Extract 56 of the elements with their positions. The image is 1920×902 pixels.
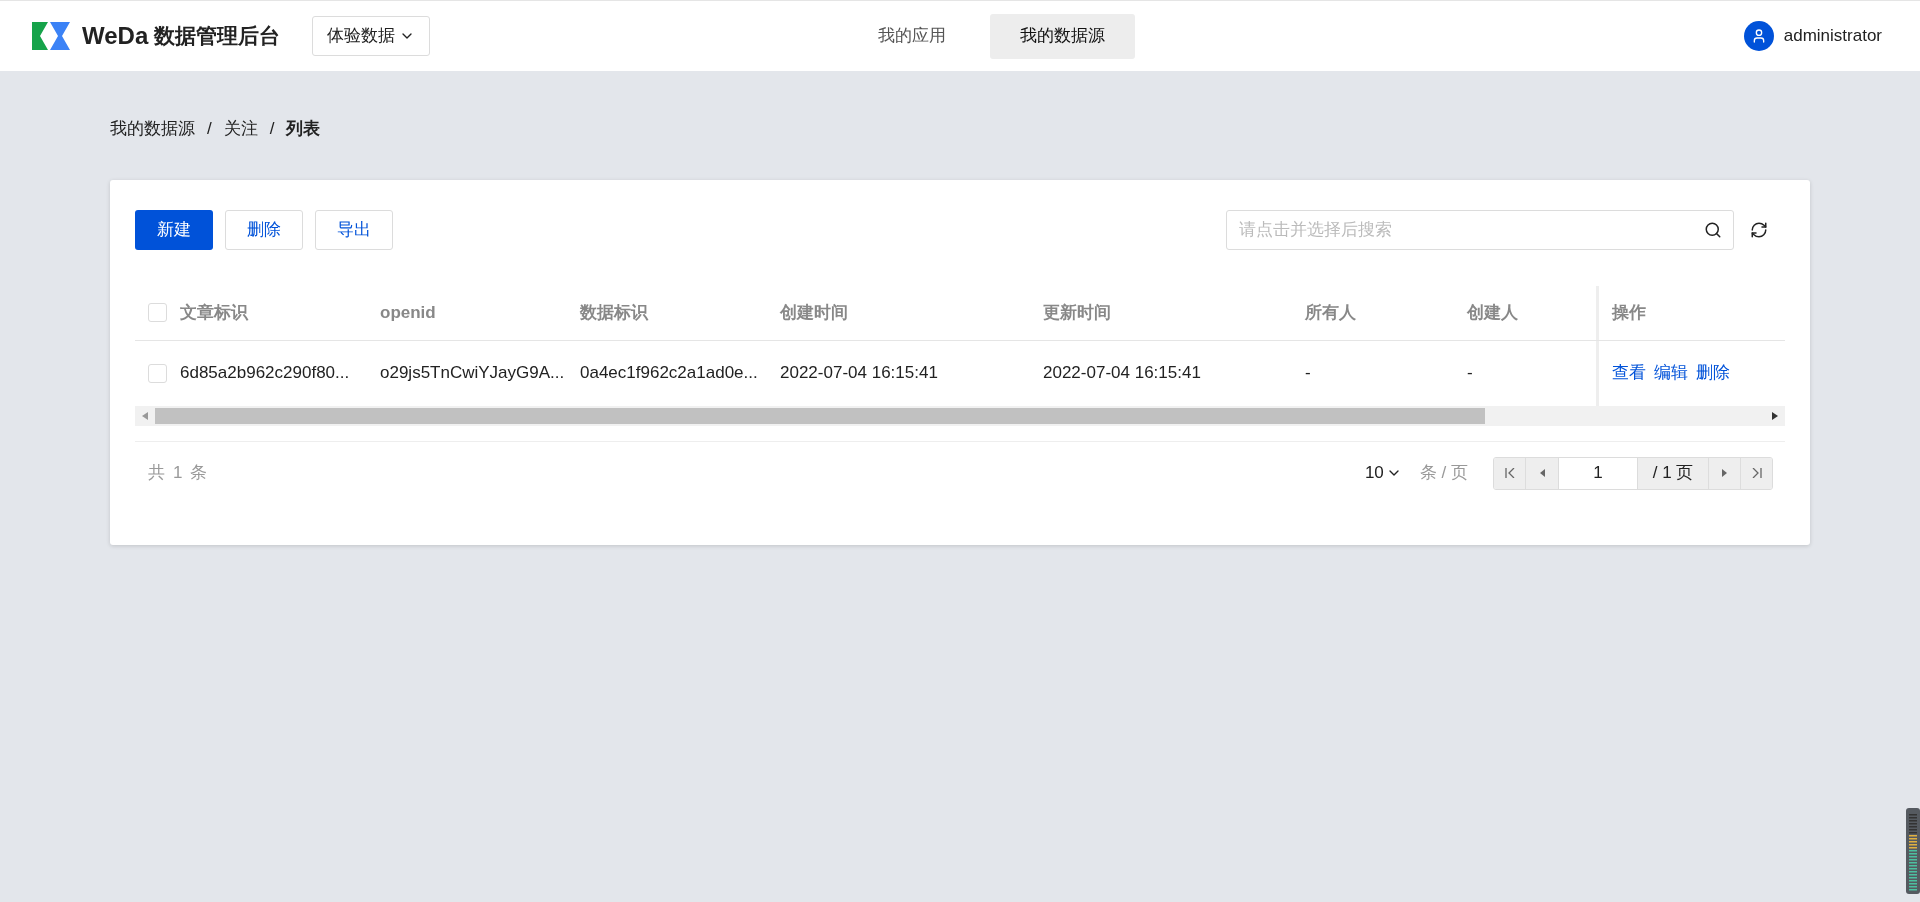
breadcrumb-link[interactable]: 我的数据源 xyxy=(110,116,195,142)
scroll-right-icon[interactable] xyxy=(1772,411,1778,420)
action-link[interactable]: 删除 xyxy=(1696,360,1730,386)
next-page-icon xyxy=(1722,469,1727,477)
action-link[interactable]: 查看 xyxy=(1612,360,1646,386)
checkbox[interactable] xyxy=(148,363,167,383)
scroll-left-icon[interactable] xyxy=(142,411,148,420)
toolbar-button[interactable]: 新建 xyxy=(135,209,213,250)
logo-text: WeDa xyxy=(82,21,149,51)
column-header: 操作 xyxy=(1612,301,1646,324)
column-header: 创建人 xyxy=(1467,302,1518,322)
total-label: 共 xyxy=(148,462,165,485)
prev-page-icon xyxy=(1539,469,1545,477)
table-cell: 2022-07-04 16:15:41 xyxy=(780,363,938,383)
page-input[interactable]: 1 xyxy=(1558,457,1638,489)
first-page-icon xyxy=(1504,468,1515,478)
prev-page-button[interactable] xyxy=(1526,457,1558,489)
column-header: 更新时间 xyxy=(1043,302,1111,322)
refresh-icon[interactable] xyxy=(1750,220,1768,239)
nav-tab[interactable]: 我的应用 xyxy=(848,13,977,59)
table-cell: - xyxy=(1305,363,1311,383)
app-title: 数据管理后台 xyxy=(154,23,281,50)
column-header: 数据标识 xyxy=(580,302,648,322)
toolbar-button[interactable]: 删除 xyxy=(225,209,303,250)
total-label: 条 xyxy=(190,462,208,485)
user-avatar-icon[interactable] xyxy=(1743,21,1774,51)
pager[interactable]: 1 / 1 页 xyxy=(1493,456,1773,490)
table-cell: 2022-07-04 16:15:41 xyxy=(1043,363,1201,383)
environment-select[interactable]: 体验数据 xyxy=(312,16,431,56)
breadcrumb-current: 列表 xyxy=(286,118,321,140)
username: administrator xyxy=(1783,25,1883,48)
breadcrumb-separator: / xyxy=(269,118,275,140)
search-field[interactable]: 请点击并选择后搜索 xyxy=(1226,209,1734,250)
page-size-unit: 条 / 页 xyxy=(1419,462,1468,485)
column-header: openid xyxy=(380,302,436,322)
table-cell: - xyxy=(1467,363,1473,383)
first-page-button[interactable] xyxy=(1494,457,1526,489)
breadcrumb-link[interactable]: 关注 xyxy=(223,116,258,142)
last-page-icon xyxy=(1751,468,1762,478)
page-size-select[interactable]: 10 xyxy=(1364,460,1402,486)
column-header: 所有人 xyxy=(1305,302,1356,322)
search-icon[interactable] xyxy=(1704,220,1722,239)
nav-tab[interactable]: 我的数据源 xyxy=(990,13,1136,59)
total-count: 1 xyxy=(173,462,183,485)
toolbar-button[interactable]: 导出 xyxy=(315,209,393,250)
page-count: / 1 页 xyxy=(1638,457,1708,489)
table-cell: o29js5TnCwiYJayG9A... xyxy=(380,363,565,383)
table-cell: 0a4ec1f962c2a1ad0e... xyxy=(580,363,758,383)
checkbox[interactable] xyxy=(148,303,167,322)
breadcrumb-separator: / xyxy=(207,118,212,140)
next-page-button[interactable] xyxy=(1708,457,1740,489)
column-header: 创建时间 xyxy=(780,302,848,322)
last-page-button[interactable] xyxy=(1740,457,1772,489)
action-link[interactable]: 编辑 xyxy=(1654,360,1688,386)
table-cell: 6d85a2b962c290f80... xyxy=(180,363,350,383)
column-header: 文章标识 xyxy=(180,302,248,322)
